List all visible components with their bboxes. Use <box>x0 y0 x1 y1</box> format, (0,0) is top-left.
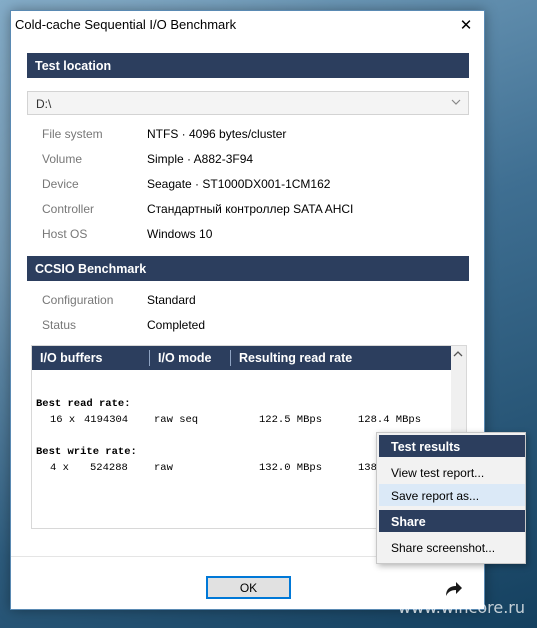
prop-label-configuration: Configuration <box>42 293 114 307</box>
prop-value-status: Completed <box>147 318 206 332</box>
chevron-down-icon <box>450 95 462 112</box>
read-buffer-count: 16 x <box>50 414 76 426</box>
results-column-header: I/O buffers I/O mode Resulting read rate <box>32 346 452 370</box>
context-menu: Test results View test report... Save re… <box>376 432 526 564</box>
prop-label-controller: Controller <box>42 202 95 216</box>
section-header-ccsio-benchmark: CCSIO Benchmark <box>27 256 469 281</box>
close-icon: ✕ <box>459 17 473 34</box>
test-location-dropdown[interactable]: D:\ <box>27 91 469 115</box>
write-buffer-size: 524288 <box>90 462 128 474</box>
menu-item-share-screenshot[interactable]: Share screenshot... <box>379 536 525 558</box>
prop-value-file-system: NTFS · 4096 bytes/cluster <box>147 127 287 141</box>
share-button[interactable] <box>441 576 465 600</box>
read-rate-1: 122.5 MBps <box>259 414 323 426</box>
prop-label-status: Status <box>42 318 77 332</box>
title-bar: Cold-cache Sequential I/O Benchmark ✕ <box>11 11 484 39</box>
drive-value: D:\ <box>36 97 52 111</box>
scroll-up-arrow-icon[interactable] <box>453 350 463 360</box>
prop-label-file-system: File system <box>42 127 103 141</box>
column-io-buffers[interactable]: I/O buffers <box>40 351 103 365</box>
best-read-title: Best read rate: <box>36 398 131 410</box>
prop-value-host-os: Windows 10 <box>147 227 213 241</box>
write-rate-2: 138 <box>358 462 377 474</box>
prop-value-device: Seagate · ST1000DX001-1CM162 <box>147 177 331 191</box>
column-resulting-read-rate[interactable]: Resulting read rate <box>239 351 352 365</box>
watermark-text: www.wincore.ru <box>397 598 525 617</box>
read-io-mode: raw seq <box>154 414 199 426</box>
write-io-mode: raw <box>154 462 173 474</box>
column-divider <box>230 350 231 366</box>
column-io-mode[interactable]: I/O mode <box>158 351 211 365</box>
best-write-title: Best write rate: <box>36 446 137 458</box>
prop-label-host-os: Host OS <box>42 227 88 241</box>
menu-header-share: Share <box>379 510 525 532</box>
write-rate-1: 132.0 MBps <box>259 462 323 474</box>
menu-header-test-results: Test results <box>379 435 525 457</box>
share-arrow-icon <box>446 582 462 596</box>
prop-label-volume: Volume <box>42 152 83 166</box>
close-button[interactable]: ✕ <box>448 11 484 39</box>
prop-value-volume: Simple · A882-3F94 <box>147 152 254 166</box>
menu-item-save-report[interactable]: Save report as... <box>379 484 525 506</box>
ok-button[interactable]: OK <box>206 576 291 599</box>
menu-item-view-test-report[interactable]: View test report... <box>379 461 525 483</box>
read-buffer-size: 4194304 <box>84 414 129 426</box>
column-divider <box>149 350 150 366</box>
section-header-test-location: Test location <box>27 53 469 78</box>
prop-value-configuration: Standard <box>147 293 196 307</box>
prop-label-device: Device <box>42 177 79 191</box>
write-buffer-count: 4 x <box>50 462 69 474</box>
window-title: Cold-cache Sequential I/O Benchmark <box>15 17 237 32</box>
read-rate-2: 128.4 MBps <box>358 414 422 426</box>
prop-value-controller: Стандартный контроллер SATA AHCI <box>147 202 354 216</box>
